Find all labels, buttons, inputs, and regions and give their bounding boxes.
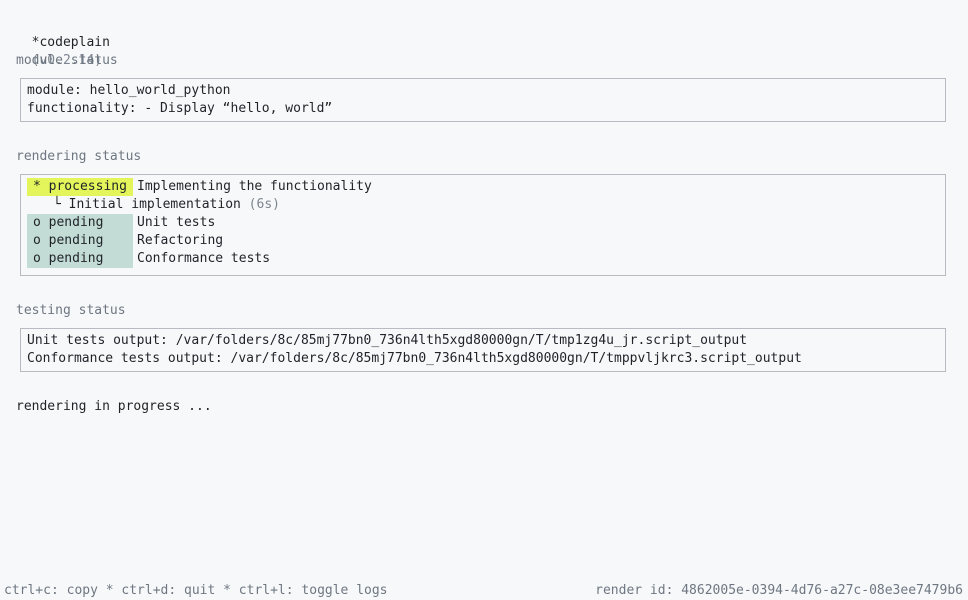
module-line: module: hello_world_python — [27, 82, 939, 100]
testing-status-panel: Unit tests output: /var/folders/8c/85mj7… — [20, 328, 946, 372]
pending-badge: o pending — [27, 250, 133, 268]
progress-message: rendering in progress ... — [16, 399, 212, 414]
testing-status-title: testing status — [16, 303, 126, 318]
app-header: *codeplain (v0.2.14) — [16, 16, 110, 68]
subtask-label: Initial implementation — [68, 197, 241, 212]
unit-tests-output-label: Unit tests output: — [27, 333, 168, 348]
module-label: module: — [27, 83, 82, 98]
status-row-processing: * processing Implementing the functional… — [27, 178, 939, 196]
functionality-label: functionality: — [27, 101, 137, 116]
processing-badge: * processing — [27, 178, 133, 196]
tree-branch-icon: └ — [53, 197, 61, 212]
render-id: render id: 4862005e-0394-4d76-a27c-08e3e… — [595, 583, 963, 598]
task-label: Unit tests — [137, 215, 216, 230]
app-name: *codeplain — [31, 35, 110, 50]
conformance-tests-output-line: Conformance tests output: /var/folders/8… — [27, 350, 939, 368]
status-row-pending: o pending Unit tests — [27, 214, 939, 232]
subtask-row: └ Initial implementation (6s) — [27, 196, 939, 214]
unit-tests-output-line: Unit tests output: /var/folders/8c/85mj7… — [27, 332, 939, 350]
task-label: Implementing the functionality — [137, 179, 372, 194]
keyboard-shortcuts: ctrl+c: copy * ctrl+d: quit * ctrl+l: to… — [4, 583, 388, 598]
module-status-panel: module: hello_world_python functionality… — [20, 78, 946, 122]
subtask-elapsed: (6s) — [248, 197, 280, 212]
rendering-status-title: rendering status — [16, 149, 142, 164]
pending-badge: o pending — [27, 232, 133, 250]
pending-badge: o pending — [27, 214, 133, 232]
task-label: Refactoring — [137, 233, 224, 248]
functionality-line: functionality: - Display “hello, world” — [27, 100, 939, 118]
module-value: hello_world_python — [89, 83, 231, 98]
task-label: Conformance tests — [137, 251, 271, 266]
status-row-pending: o pending Refactoring — [27, 232, 939, 250]
unit-tests-output-path[interactable]: /var/folders/8c/85mj77bn0_736n4lth5xgd80… — [176, 333, 747, 348]
rendering-status-panel: * processing Implementing the functional… — [20, 174, 946, 276]
status-row-pending: o pending Conformance tests — [27, 250, 939, 268]
functionality-value: - Display “hello, world” — [144, 101, 333, 116]
conformance-tests-output-path[interactable]: /var/folders/8c/85mj77bn0_736n4lth5xgd80… — [231, 351, 802, 366]
conformance-tests-output-label: Conformance tests output: — [27, 351, 223, 366]
module-status-title: module status — [16, 53, 118, 68]
